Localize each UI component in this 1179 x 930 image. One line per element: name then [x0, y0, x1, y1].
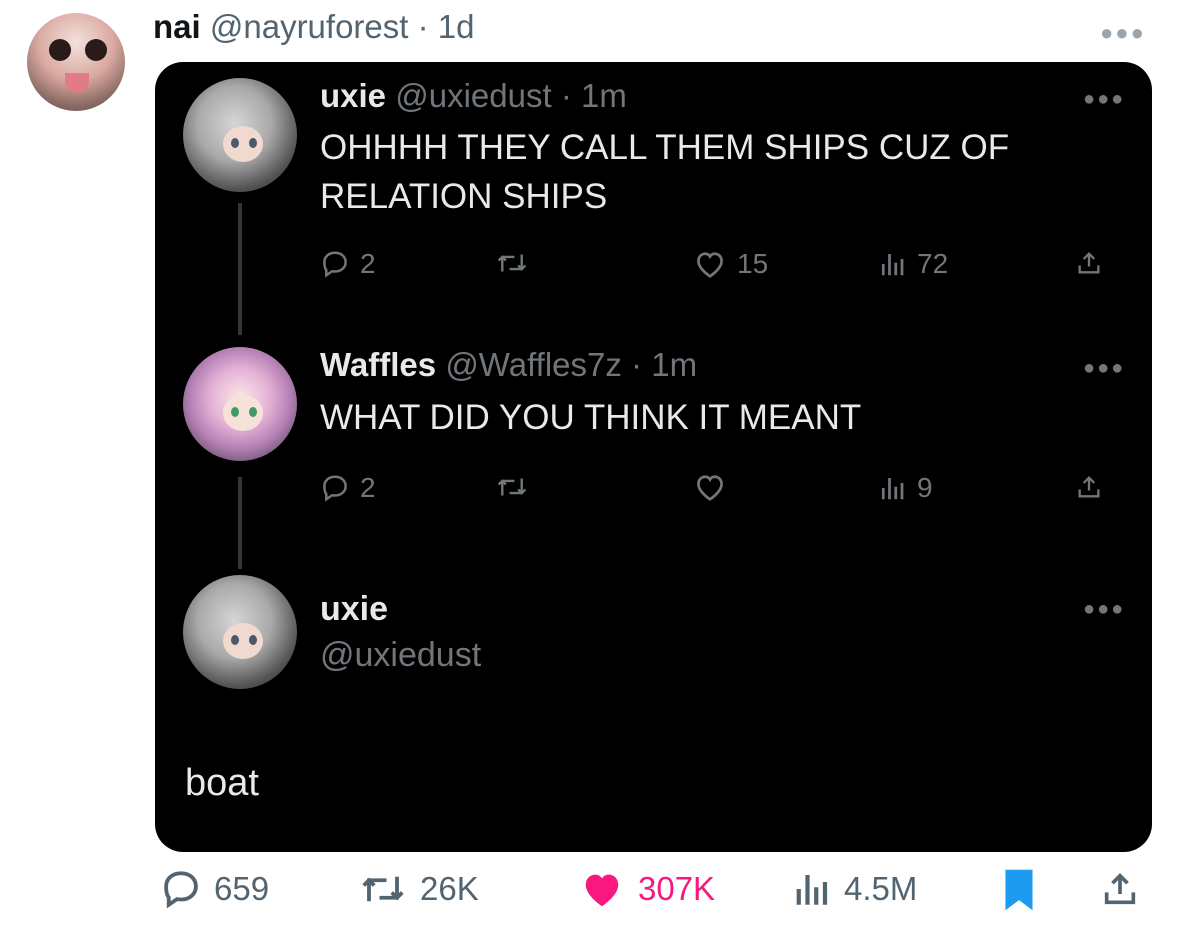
- reply-count: 659: [214, 870, 270, 907]
- bookmark-filled-icon: [1005, 869, 1033, 911]
- avatar-eye-left: [231, 138, 239, 148]
- share-icon: [1078, 252, 1100, 274]
- reply-time: 1m: [651, 346, 698, 383]
- view-count: 72: [917, 248, 949, 279]
- avatar-eye-right: [249, 138, 257, 148]
- reply-action: 2: [320, 472, 376, 504]
- reply-author-name: Waffles: [320, 346, 437, 383]
- share-action: [1075, 472, 1103, 502]
- header-separator: ·: [560, 77, 572, 114]
- retweet-icon: [497, 254, 527, 272]
- reply-author-name: uxie: [320, 77, 387, 114]
- avatar-eye-right: [85, 39, 107, 61]
- like-action: [693, 472, 737, 502]
- views-button[interactable]: 4.5M: [790, 868, 917, 910]
- avatar-eye-right: [249, 407, 257, 417]
- avatar-eye-right: [249, 635, 257, 645]
- reply-count: 2: [360, 472, 376, 503]
- comment-icon: [164, 871, 198, 909]
- reply-time: 1m: [580, 77, 627, 114]
- reply-text: WHAT DID YOU THINK IT MEANT: [320, 398, 862, 437]
- reply-author-handle: @uxiedust: [395, 77, 552, 114]
- share-action: [1075, 248, 1103, 278]
- tweet-header: nai @nayruforest · 1d: [153, 8, 475, 46]
- more-options-icon: ●●●: [1083, 598, 1126, 620]
- quoted-user-name: uxie: [320, 590, 389, 628]
- reply-avatar: [183, 575, 297, 689]
- share-button[interactable]: [1100, 868, 1140, 910]
- bookmark-button[interactable]: [1002, 868, 1036, 912]
- avatar-eye-left: [49, 39, 71, 61]
- more-options-icon: ●●●: [1083, 357, 1126, 379]
- like-button[interactable]: 307K: [578, 868, 715, 910]
- tweet-text: boat: [185, 762, 259, 804]
- retweet-button[interactable]: 26K: [358, 868, 479, 910]
- retweet-icon: [362, 876, 404, 902]
- comment-icon: [323, 251, 347, 278]
- author-handle[interactable]: @nayruforest: [210, 8, 409, 45]
- author-avatar[interactable]: [27, 13, 125, 111]
- views-action: 72: [877, 248, 948, 280]
- tweet-time[interactable]: 1d: [438, 8, 475, 45]
- retweet-action: [495, 248, 529, 278]
- views-icon: [881, 254, 904, 276]
- embedded-image[interactable]: uxie @uxiedust · 1m ●●● OHHHH THEY CALL …: [155, 62, 1152, 852]
- author-name[interactable]: nai: [153, 8, 201, 45]
- reply-header: Waffles @Waffles7z · 1m: [320, 346, 697, 384]
- quoted-user-handle: @uxiedust: [320, 636, 482, 674]
- view-count: 9: [917, 472, 933, 503]
- reply-avatar: [183, 78, 297, 192]
- header-separator: ·: [417, 8, 429, 45]
- avatar-face: [223, 126, 263, 162]
- retweet-icon: [497, 478, 527, 496]
- comment-icon: [323, 475, 347, 502]
- reply-text: OHHHH THEY CALL THEM SHIPS CUZ OF RELATI…: [320, 128, 1010, 216]
- share-icon: [1104, 873, 1136, 905]
- view-count: 4.5M: [844, 870, 918, 907]
- reply-author-handle: @Waffles7z: [445, 346, 622, 383]
- reply-header: uxie @uxiedust · 1m: [320, 77, 627, 115]
- views-icon: [796, 875, 828, 905]
- reply-count: 2: [360, 248, 376, 279]
- avatar-tongue: [65, 73, 89, 93]
- avatar-face: [223, 395, 263, 431]
- retweet-count: 26K: [420, 870, 479, 907]
- reply-avatar: [183, 347, 297, 461]
- avatar-face: [223, 623, 263, 659]
- retweet-action: [495, 472, 529, 502]
- like-action: 15: [693, 248, 768, 280]
- reply-button[interactable]: 659: [160, 868, 269, 910]
- heart-icon: [697, 475, 723, 501]
- heart-icon: [697, 252, 723, 278]
- like-count: 307K: [638, 870, 716, 907]
- header-separator: ·: [631, 346, 643, 383]
- avatar-eye-left: [231, 635, 239, 645]
- views-action: 9: [877, 472, 933, 504]
- thread-connector: [238, 477, 242, 569]
- more-options-icon[interactable]: ●●●: [1100, 20, 1146, 46]
- like-count: 15: [737, 248, 769, 279]
- avatar-eye-left: [231, 407, 239, 417]
- reply-action: 2: [320, 248, 376, 280]
- heart-filled-icon: [585, 874, 619, 907]
- share-icon: [1078, 476, 1100, 498]
- thread-connector: [238, 203, 242, 335]
- more-options-icon: ●●●: [1083, 88, 1126, 110]
- views-icon: [881, 478, 904, 500]
